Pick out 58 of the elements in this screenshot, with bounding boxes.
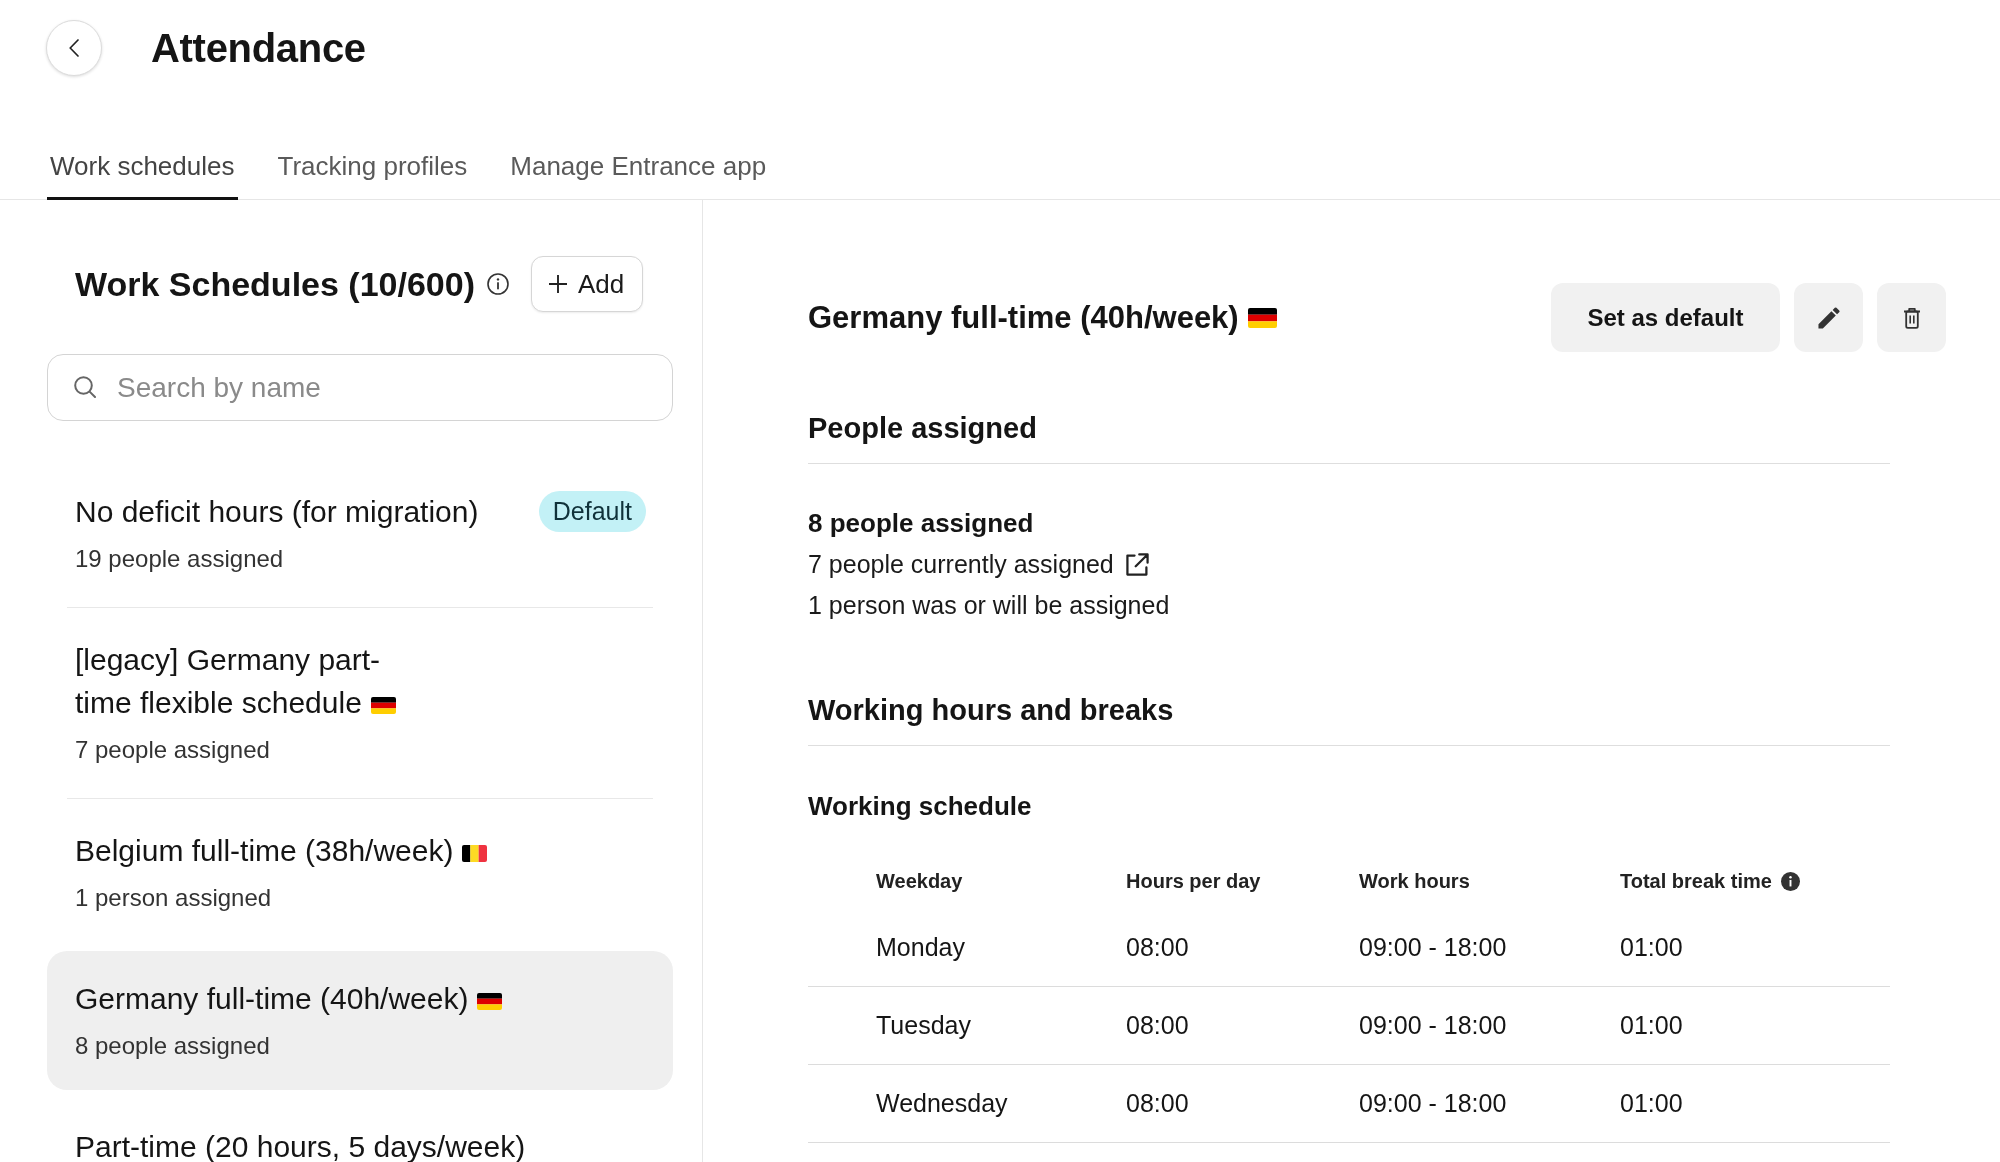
search-icon — [74, 376, 96, 398]
assigned-count: 7 people assigned — [75, 735, 271, 765]
edit-button[interactable] — [1794, 283, 1863, 352]
flag-icon — [370, 697, 396, 714]
flag-icon — [477, 993, 503, 1010]
schedule-list-item[interactable]: Belgium full-time (38h/week) 1 person assigned — [47, 803, 673, 942]
current-people-link[interactable]: 7 people currently assigned — [808, 545, 1149, 583]
table-cell: 09:00 - 18:00 — [1359, 1089, 1507, 1117]
column-header: Hours per day — [1126, 869, 1261, 893]
table-cell: 08:00 — [1126, 933, 1189, 961]
search-field[interactable]: Search by name — [47, 354, 673, 421]
flag-icon — [1247, 307, 1277, 328]
table-cell: 01:00 — [1620, 1011, 1683, 1039]
panel-title: Work Schedules (10/600) — [75, 264, 475, 304]
schedule-name: Belgium full-time (38h/week) — [75, 834, 454, 867]
subsection-heading: Working schedule — [808, 790, 1033, 823]
column-header: Total break time — [1620, 869, 1772, 893]
default-badge: Default — [538, 491, 646, 532]
table-cell: 08:00 — [1126, 1011, 1189, 1039]
trash-icon — [1902, 306, 1921, 329]
flag-icon — [462, 845, 488, 862]
people-other: 1 person was or will be assigned — [808, 590, 1171, 621]
schedule-list-item[interactable]: [legacy] Germany part-time flexible schedule 7 people assigned — [47, 612, 673, 794]
section-heading: People assigned — [808, 411, 1038, 446]
info-icon[interactable] — [1780, 871, 1800, 891]
assigned-count: 19 people assigned — [75, 544, 285, 574]
schedule-list-item[interactable]: Germany full-time (40h/week) 8 people assigned — [47, 951, 673, 1090]
table-cell: Tuesday — [876, 1011, 971, 1039]
column-header: Weekday — [876, 869, 963, 893]
table-cell: Wednesday — [876, 1089, 1008, 1117]
chevron-left-icon — [69, 39, 79, 57]
table-cell: 01:00 — [1620, 933, 1683, 961]
table-cell: Monday — [876, 933, 965, 961]
tab[interactable]: Tracking profiles — [274, 140, 471, 200]
schedule-name: [legacy] Germany part-time flexible schedule — [75, 643, 381, 719]
tab[interactable]: Manage Entrance app — [507, 140, 770, 200]
people-total: 8 people assigned — [808, 507, 1035, 540]
add-button[interactable]: Add — [531, 256, 644, 312]
pencil-icon — [1817, 306, 1840, 329]
section-heading: Working hours and breaks — [808, 693, 1175, 728]
assigned-count: 1 person assigned — [75, 883, 273, 913]
table-cell: 09:00 - 18:00 — [1359, 1011, 1507, 1039]
page-title: Attendance — [151, 25, 366, 71]
column-header: Work hours — [1359, 869, 1470, 893]
external-link-icon — [1125, 552, 1149, 576]
table-cell: 09:00 - 18:00 — [1359, 933, 1507, 961]
table-cell: 08:00 — [1126, 1089, 1189, 1117]
info-icon[interactable] — [487, 273, 509, 295]
schedule-name: No deficit hours (for migration) — [75, 495, 479, 528]
schedule-title: Germany full-time (40h/week) — [808, 299, 1239, 336]
assigned-count: 8 people assigned — [75, 1031, 271, 1061]
table-cell: 01:00 — [1620, 1089, 1683, 1117]
schedule-list-item[interactable]: No deficit hours (for migration) 19 people assigned Default — [47, 464, 673, 603]
delete-button[interactable] — [1877, 283, 1946, 352]
schedule-name: Germany full-time (40h/week) — [75, 982, 469, 1015]
set-default-button[interactable]: Set as default — [1551, 283, 1780, 352]
plus-icon — [548, 274, 568, 294]
tab[interactable]: Work schedules — [47, 140, 238, 200]
